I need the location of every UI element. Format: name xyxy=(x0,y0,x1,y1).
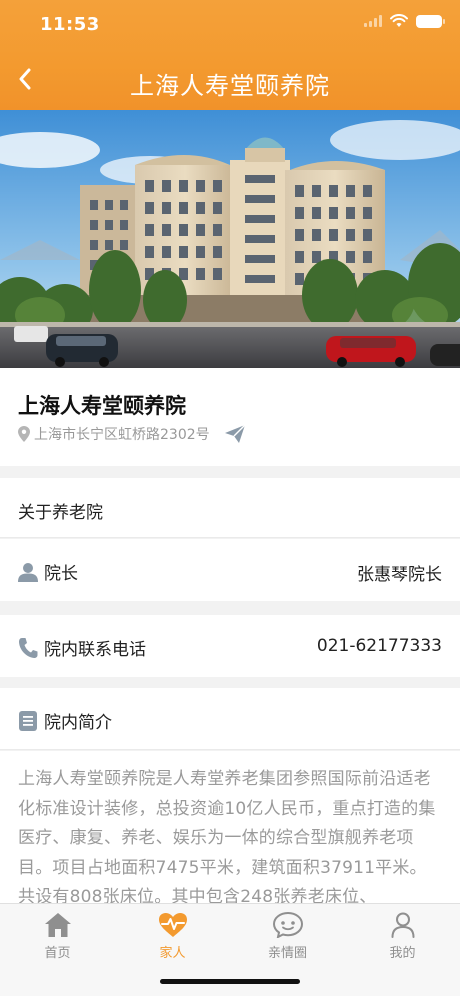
about-section-header: 关于养老院 xyxy=(0,478,460,538)
building-photo xyxy=(0,110,460,368)
director-row: 院长 张惠琴院长 xyxy=(0,539,460,601)
tab-family-circle-label: 亲情圈 xyxy=(267,946,307,961)
user-outline-icon xyxy=(391,912,414,938)
institution-address: 上海市长宁区虹桥路2302号 xyxy=(34,427,210,443)
nav-bar: 上海人寿堂颐养院 xyxy=(0,50,460,110)
battery-icon xyxy=(416,14,445,28)
institution-card: 上海人寿堂颐养院 上海市长宁区虹桥路2302号 xyxy=(0,368,460,466)
wifi-icon xyxy=(390,14,408,27)
tab-home-label: 首页 xyxy=(44,946,71,961)
about-label: 关于养老院 xyxy=(18,503,103,523)
phone-label: 院内联系电话 xyxy=(44,640,146,660)
page-title: 上海人寿堂颐养院 xyxy=(130,72,330,100)
status-icons xyxy=(364,14,445,28)
institution-name: 上海人寿堂颐养院 xyxy=(18,394,186,418)
director-label-group: 院长 xyxy=(18,559,78,584)
tab-family[interactable]: 家人 xyxy=(115,910,230,968)
chat-face-icon xyxy=(272,912,303,938)
location-pin-icon xyxy=(18,426,30,442)
director-label: 院长 xyxy=(44,564,78,584)
intro-header-row: 院内简介 xyxy=(0,688,460,750)
header: 11:53 上海人寿堂颐养院 xyxy=(0,0,460,110)
phone-label-group: 院内联系电话 xyxy=(18,635,146,660)
tab-mine-label: 我的 xyxy=(389,946,416,961)
tab-family-label: 家人 xyxy=(159,946,186,961)
document-icon xyxy=(19,710,37,731)
tab-mine[interactable]: 我的 xyxy=(345,910,460,968)
home-icon xyxy=(44,913,71,937)
navigate-button[interactable] xyxy=(224,424,246,444)
intro-description: 上海人寿堂颐养院是人寿堂养老集团参照国际前沿适老化标准设计装修，总投资逾10亿人… xyxy=(0,751,460,903)
address-row: 上海市长宁区虹桥路2302号 xyxy=(18,424,246,444)
director-value: 张惠琴院长 xyxy=(357,565,442,585)
intro-text: 上海人寿堂颐养院是人寿堂养老集团参照国际前沿适老化标准设计装修，总投资逾10亿人… xyxy=(18,769,436,903)
intro-label: 院内简介 xyxy=(44,713,112,733)
phone-icon xyxy=(19,637,38,658)
tab-family-circle[interactable]: 亲情圈 xyxy=(230,910,345,968)
intro-label-group: 院内简介 xyxy=(18,708,112,733)
tab-home[interactable]: 首页 xyxy=(0,910,115,968)
signal-icon xyxy=(364,15,382,27)
heartbeat-icon xyxy=(158,913,187,937)
phone-value[interactable]: 021-62177333 xyxy=(317,636,442,656)
home-indicator xyxy=(160,979,300,984)
paper-plane-icon xyxy=(224,424,246,443)
status-time: 11:53 xyxy=(40,14,100,35)
user-icon xyxy=(18,562,38,582)
status-bar: 11:53 xyxy=(0,0,460,50)
phone-row[interactable]: 院内联系电话 021-62177333 xyxy=(0,615,460,677)
